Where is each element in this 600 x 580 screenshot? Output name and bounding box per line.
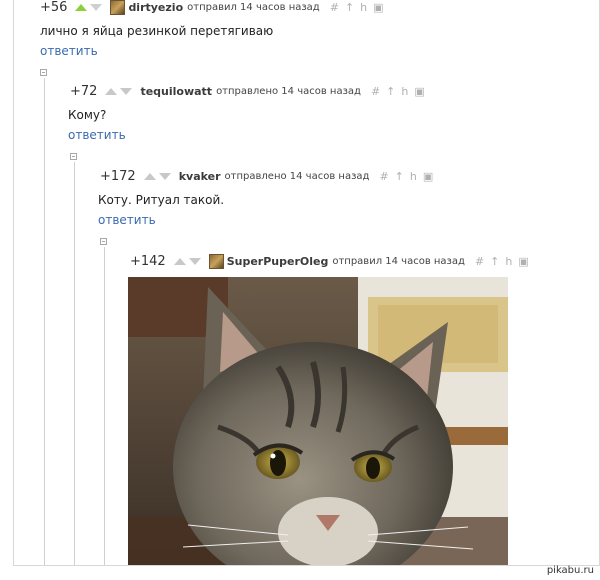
comment-text: Кому?	[68, 108, 107, 122]
vote-down-icon[interactable]	[120, 88, 133, 95]
save-icon[interactable]: ▣	[518, 255, 528, 268]
comment-text: лично я яйца резинкой перетягиваю	[40, 24, 274, 38]
vote-down-icon[interactable]	[188, 258, 201, 265]
collapse-icon[interactable]	[70, 153, 77, 160]
avatar[interactable]	[208, 254, 224, 269]
timestamp: отправил 14 часов назад	[332, 256, 465, 267]
save-icon[interactable]: ▣	[423, 170, 433, 183]
thread-line	[74, 162, 75, 565]
parent-arrow-icon[interactable]: ↑	[345, 1, 354, 14]
comment-header: +172 kvaker отправлено 14 часов назад # …	[100, 169, 439, 184]
username[interactable]: dirtyezio	[128, 1, 183, 14]
vote-down-icon[interactable]	[90, 4, 103, 11]
collapse-icon[interactable]	[100, 238, 107, 245]
thread-line	[104, 247, 105, 565]
reply-link[interactable]: ответить	[40, 44, 98, 58]
thread-icon[interactable]: h	[360, 1, 367, 14]
link-hash-icon[interactable]: #	[379, 170, 388, 183]
comment-rating: +142	[130, 254, 166, 269]
watermark: pikabu.ru	[546, 565, 594, 576]
reply-link[interactable]: ответить	[68, 128, 126, 142]
timestamp: отправил 14 часов назад	[187, 2, 320, 13]
save-icon[interactable]: ▣	[373, 1, 383, 14]
comment-rating: +56	[40, 0, 68, 15]
comment-rating: +172	[100, 169, 136, 184]
reply-link[interactable]: ответить	[98, 213, 156, 227]
link-hash-icon[interactable]: #	[371, 85, 380, 98]
link-hash-icon[interactable]: #	[475, 255, 484, 268]
username[interactable]: tequilowatt	[140, 85, 212, 98]
timestamp: отправлено 14 часов назад	[216, 86, 361, 97]
vote-up-icon[interactable]	[75, 4, 88, 11]
parent-arrow-icon[interactable]: ↑	[386, 85, 395, 98]
vote-up-icon[interactable]	[143, 173, 156, 180]
link-hash-icon[interactable]: #	[330, 1, 339, 14]
vote-up-icon[interactable]	[105, 88, 118, 95]
vote-up-icon[interactable]	[173, 258, 186, 265]
comment-header: +142 SuperPuperOleg отправил 14 часов на…	[130, 254, 535, 269]
username[interactable]: kvaker	[179, 170, 221, 183]
username[interactable]: SuperPuperOleg	[227, 255, 329, 268]
cat-photo-drawing	[128, 277, 508, 565]
parent-arrow-icon[interactable]: ↑	[490, 255, 499, 268]
timestamp: отправлено 14 часов назад	[224, 171, 370, 182]
avatar[interactable]	[110, 0, 126, 15]
parent-arrow-icon[interactable]: ↑	[395, 170, 404, 183]
thread-icon[interactable]: h	[401, 85, 408, 98]
collapse-icon[interactable]	[40, 69, 47, 76]
comment-rating: +72	[70, 84, 98, 99]
comment-header: +56 dirtyezio отправил 14 часов назад # …	[40, 0, 390, 15]
save-icon[interactable]: ▣	[414, 85, 424, 98]
thread-icon[interactable]: h	[505, 255, 512, 268]
vote-down-icon[interactable]	[158, 173, 171, 180]
comment-text: Коту. Ритуал такой.	[98, 193, 225, 207]
cat-photo[interactable]	[128, 277, 508, 565]
comment-header: +72 tequilowatt отправлено 14 часов наза…	[70, 84, 431, 99]
thread-line	[44, 78, 45, 565]
thread-icon[interactable]: h	[410, 170, 417, 183]
